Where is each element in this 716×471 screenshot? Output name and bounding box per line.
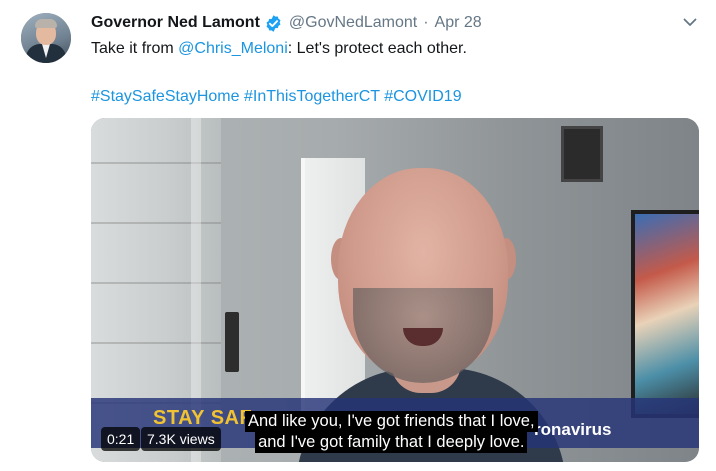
separator-dot: · [423, 14, 429, 31]
chevron-down-icon[interactable] [680, 12, 700, 32]
author-avatar[interactable] [21, 13, 71, 63]
hashtag-link[interactable]: #InThisTogetherCT [244, 88, 380, 105]
tweet-text: Take it from @Chris_Meloni: Let's protec… [91, 38, 467, 60]
tweet-text-suffix: : Let's protect each other. [287, 40, 467, 57]
video-player[interactable]: STAY SAF ronavirus And like you, I've go… [91, 118, 699, 462]
tweet-card[interactable]: Governor Ned Lamont @GovNedLamont · Apr … [0, 0, 716, 471]
wall-artwork [631, 210, 699, 418]
tweet-date[interactable]: Apr 28 [435, 14, 482, 32]
video-duration: 0:21 [101, 427, 141, 451]
author-name[interactable]: Governor Ned Lamont [91, 14, 260, 32]
hashtag-link[interactable]: #StaySafeStayHome [91, 88, 240, 105]
tweet-header: Governor Ned Lamont @GovNedLamont · Apr … [91, 12, 482, 34]
tweet-text-prefix: Take it from [91, 40, 179, 57]
video-subtitles: And like you, I've got friends that I lo… [245, 411, 538, 453]
mention-link[interactable]: @Chris_Meloni [178, 40, 288, 57]
verified-badge-icon [264, 14, 283, 33]
banner-text-right: ronavirus [534, 420, 612, 439]
hashtag-link[interactable]: #COVID19 [384, 88, 461, 105]
author-handle[interactable]: @GovNedLamont [289, 14, 417, 32]
subtitle-line: And like you, I've got friends that I lo… [245, 411, 538, 432]
subtitle-line: and I've got family that I deeply love. [255, 432, 528, 453]
hashtag-line: #StaySafeStayHome #InThisTogetherCT #COV… [91, 86, 462, 108]
wall-vent [561, 126, 603, 182]
video-view-count: 7.3K views [141, 427, 221, 451]
